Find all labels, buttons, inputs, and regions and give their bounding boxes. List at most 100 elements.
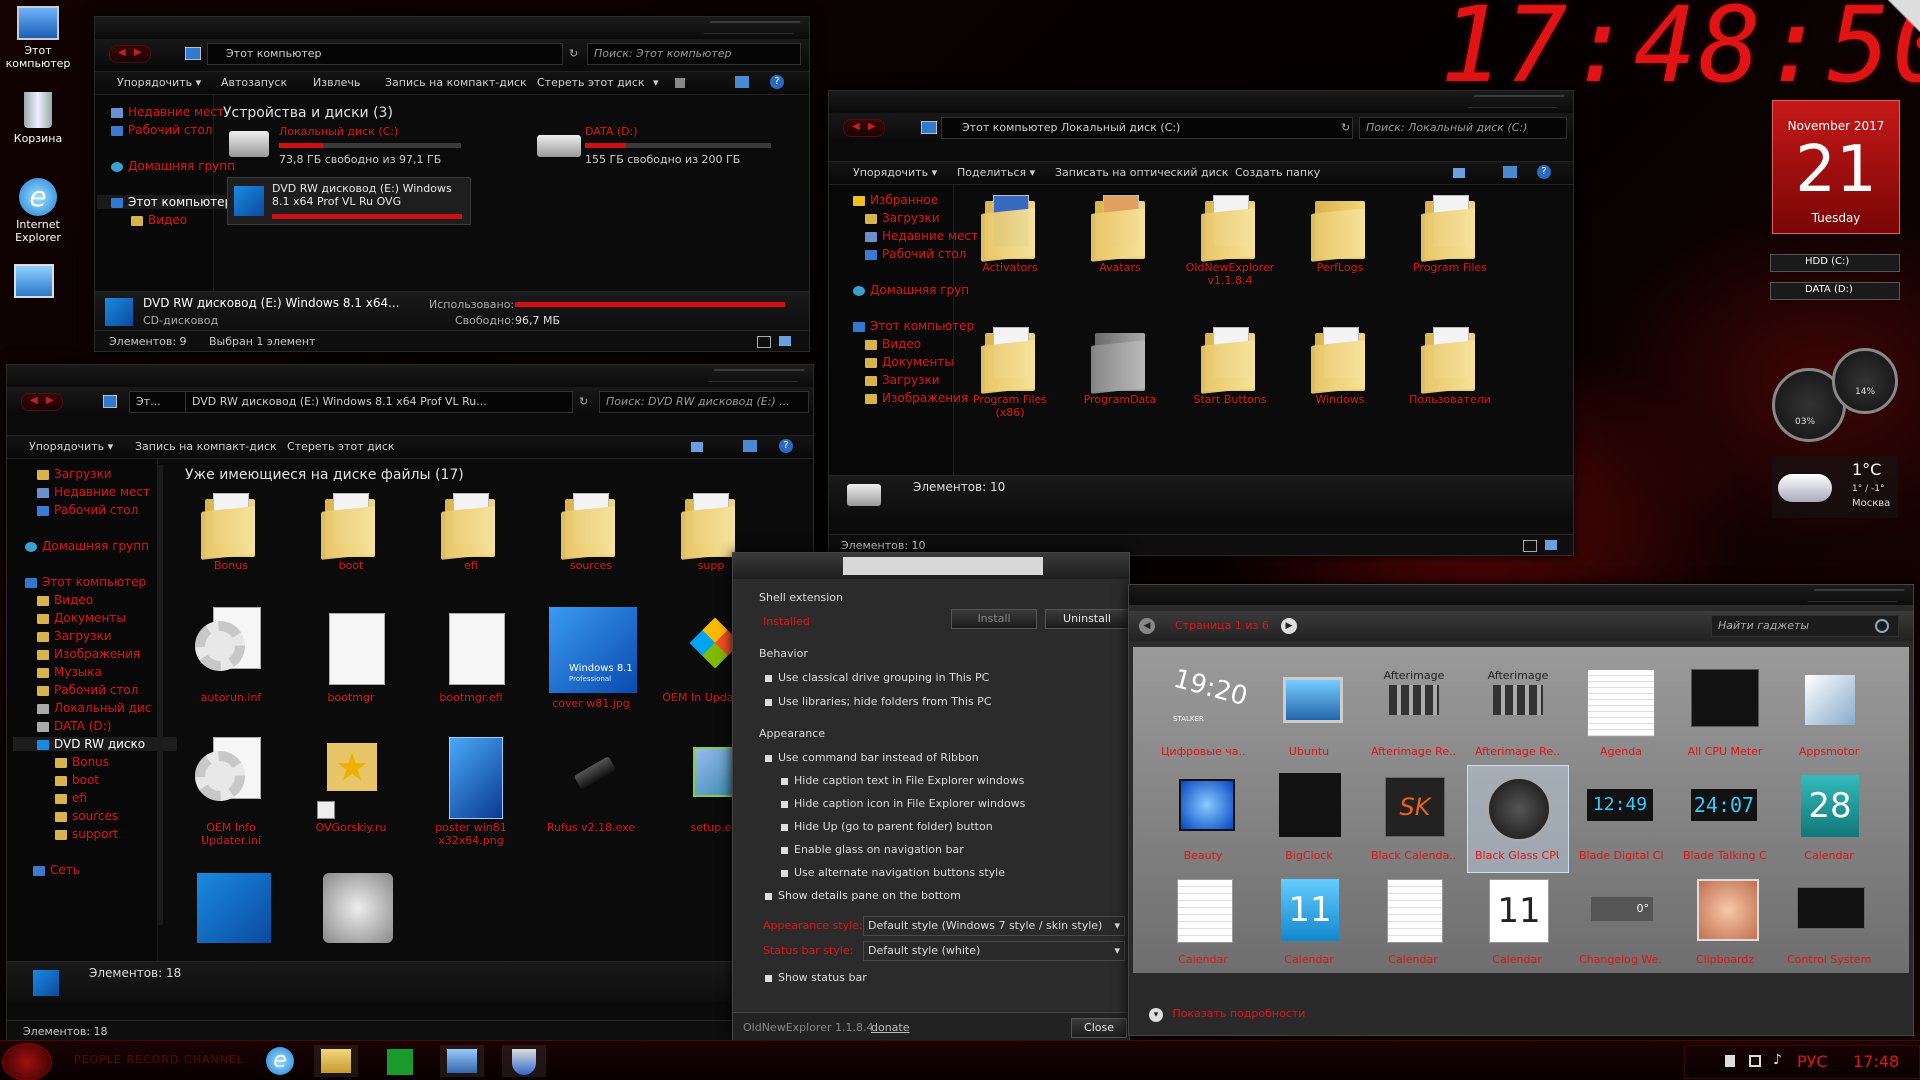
refresh-icon[interactable]: ↻	[569, 47, 578, 60]
nav-item-video[interactable]: Видео	[865, 337, 921, 351]
checkbox[interactable]	[781, 777, 788, 785]
file-item[interactable]	[197, 873, 277, 943]
nav-item[interactable]: support	[55, 827, 118, 841]
address-bar-prefix[interactable]: Эт...	[129, 391, 186, 413]
volume-icon[interactable]: ♪	[1773, 1052, 1782, 1068]
nav-item[interactable]: Bonus	[55, 755, 109, 769]
refresh-icon[interactable]: ↻	[1341, 121, 1350, 134]
folder-item[interactable]: Program Files	[1395, 193, 1505, 303]
nav-item[interactable]: boot	[55, 773, 99, 787]
help-icon[interactable]: ?	[779, 439, 793, 453]
drive-row-d[interactable]: DATA (D:)	[1770, 282, 1900, 300]
taskbar-explorer[interactable]	[314, 1045, 358, 1077]
checkbox[interactable]	[765, 892, 772, 900]
nav-item-desktop[interactable]: Рабочий стол	[111, 123, 212, 137]
network-icon[interactable]	[1749, 1055, 1761, 1067]
title-bar[interactable]	[829, 91, 1573, 111]
folder-item[interactable]: Start Buttons	[1175, 325, 1285, 435]
details-view-icon[interactable]	[757, 336, 771, 348]
help-icon[interactable]: ?	[770, 75, 784, 89]
cmd-autoplay[interactable]: Автозапуск	[221, 76, 287, 89]
nav-item[interactable]: Видео	[37, 593, 93, 607]
folder-item[interactable]: sources	[537, 491, 647, 591]
flag-icon[interactable]	[1725, 1055, 1735, 1067]
nav-item-desktop[interactable]: Рабочий стол	[865, 247, 966, 261]
gadget-search-input[interactable]: Найти гаджеты	[1711, 615, 1899, 637]
cmd-erase[interactable]: Стереть этот диск	[287, 440, 395, 453]
gadget-tile[interactable]	[1169, 773, 1239, 843]
cmd-organize[interactable]: Упорядочить ▾	[117, 76, 201, 89]
gadget-tile[interactable]: SK	[1379, 773, 1449, 843]
gadget-tile[interactable]: 11	[1275, 877, 1345, 947]
taskbar-clock[interactable]: 17:48	[1853, 1052, 1899, 1071]
folder-item[interactable]: efi	[417, 491, 527, 591]
nav-item-favorites[interactable]: Избранное	[853, 193, 938, 207]
nav-item[interactable]: Недавние мест	[37, 485, 150, 499]
preview-pane-icon[interactable]	[743, 440, 757, 452]
file-item[interactable]: bootmgr	[297, 607, 407, 717]
cmd-erase[interactable]: Стереть этот диск	[537, 76, 645, 89]
cmd-share[interactable]: Поделиться ▾	[957, 166, 1035, 179]
checkbox[interactable]	[781, 800, 788, 808]
view-icon[interactable]	[675, 78, 685, 88]
taskbar-ie[interactable]: e	[258, 1045, 302, 1077]
start-button[interactable]	[2, 1043, 52, 1080]
next-page-button[interactable]: ▶	[1281, 618, 1297, 634]
search-input[interactable]: Поиск: Этот компьютер	[587, 43, 801, 65]
folder-item[interactable]: ProgramData	[1065, 325, 1175, 435]
desktop-icon-ie[interactable]: e Internet Explorer	[0, 178, 76, 244]
nav-item[interactable]: DATA (D:)	[37, 719, 111, 733]
uninstall-button[interactable]: Uninstall	[1045, 609, 1129, 629]
gadget-tile[interactable]	[1169, 877, 1239, 947]
title-bar[interactable]	[95, 17, 809, 37]
checkbox[interactable]	[765, 698, 772, 706]
nav-item-downloads[interactable]: Загрузки	[865, 211, 940, 225]
file-item[interactable]: Rufus v2.18.exe	[537, 737, 647, 847]
nav-item[interactable]: sources	[55, 809, 118, 823]
search-input[interactable]: Поиск: DVD RW дисковод (E:) ...	[599, 391, 809, 413]
search-input[interactable]: Поиск: Локальный диск (C:)	[1359, 117, 1567, 139]
checkbox[interactable]	[781, 846, 788, 854]
folder-item[interactable]: Program Files (x86)	[955, 325, 1065, 445]
dialog-title-bar[interactable]	[733, 553, 1129, 579]
folder-item[interactable]: Activators	[955, 193, 1065, 303]
title-bar[interactable]	[1129, 585, 1913, 605]
nav-item[interactable]: Загрузки	[37, 467, 112, 481]
drive-item-dvd[interactable]: DVD RW дисковод (E:) Windows 8.1 x64 Pro…	[227, 177, 471, 225]
gadget-tile[interactable]: Afterimage	[1379, 669, 1449, 739]
gadget-tile[interactable]	[1275, 669, 1345, 739]
gadget-tile[interactable]: 28	[1795, 773, 1865, 843]
taskbar-store[interactable]	[378, 1045, 422, 1077]
nav-item[interactable]: Изображения	[37, 647, 140, 661]
gadget-tile[interactable]	[1275, 773, 1345, 843]
nav-item-dvd-selected[interactable]: DVD RW диско	[13, 737, 177, 751]
address-bar[interactable]: Этот компьютер	[207, 43, 563, 65]
folder-item[interactable]: Пользователи	[1395, 325, 1505, 435]
option-hide-caption-text[interactable]: Hide caption text in File Explorer windo…	[781, 774, 1024, 787]
install-button[interactable]: Install	[951, 609, 1037, 629]
details-view-icon[interactable]	[1523, 540, 1537, 552]
option-alt-nav[interactable]: Use alternate navigation buttons style	[781, 866, 1005, 879]
search-icon[interactable]	[1875, 619, 1889, 633]
nav-item[interactable]: Документы	[37, 611, 126, 625]
title-bar[interactable]	[7, 365, 813, 385]
back-forward-buttons[interactable]: ◀ ▶	[109, 45, 151, 63]
file-item[interactable]: autorun.inf	[177, 607, 287, 717]
tiles-view-icon[interactable]	[779, 336, 791, 346]
close-button[interactable]: Close	[1071, 1018, 1127, 1038]
option-details-bottom[interactable]: Show details pane on the bottom	[765, 889, 961, 902]
nav-item-pictures[interactable]: Изображения	[865, 391, 968, 405]
gadget-tile[interactable]	[1795, 669, 1865, 739]
nav-item[interactable]: Локальный дис	[37, 701, 151, 715]
file-item[interactable]	[323, 873, 403, 943]
drive-item-c[interactable]: Локальный диск (C:) 73,8 ГБ свободно из …	[225, 125, 465, 169]
folder-item[interactable]: Windows	[1285, 325, 1395, 435]
option-hide-up[interactable]: Hide Up (go to parent folder) button	[781, 820, 993, 833]
help-icon[interactable]: ?	[1537, 165, 1551, 179]
nav-item-documents[interactable]: Документы	[865, 355, 954, 369]
address-bar[interactable]: DVD RW дисковод (E:) Windows 8.1 x64 Pro…	[185, 391, 573, 413]
option-hide-caption-icon[interactable]: Hide caption icon in File Explorer windo…	[781, 797, 1025, 810]
folder-item[interactable]: OldNewExplorer v1.1.8.4	[1175, 193, 1285, 303]
tiles-view-icon[interactable]	[1545, 540, 1557, 550]
desktop-icon-this-pc[interactable]: Этот компьютер	[0, 6, 76, 70]
